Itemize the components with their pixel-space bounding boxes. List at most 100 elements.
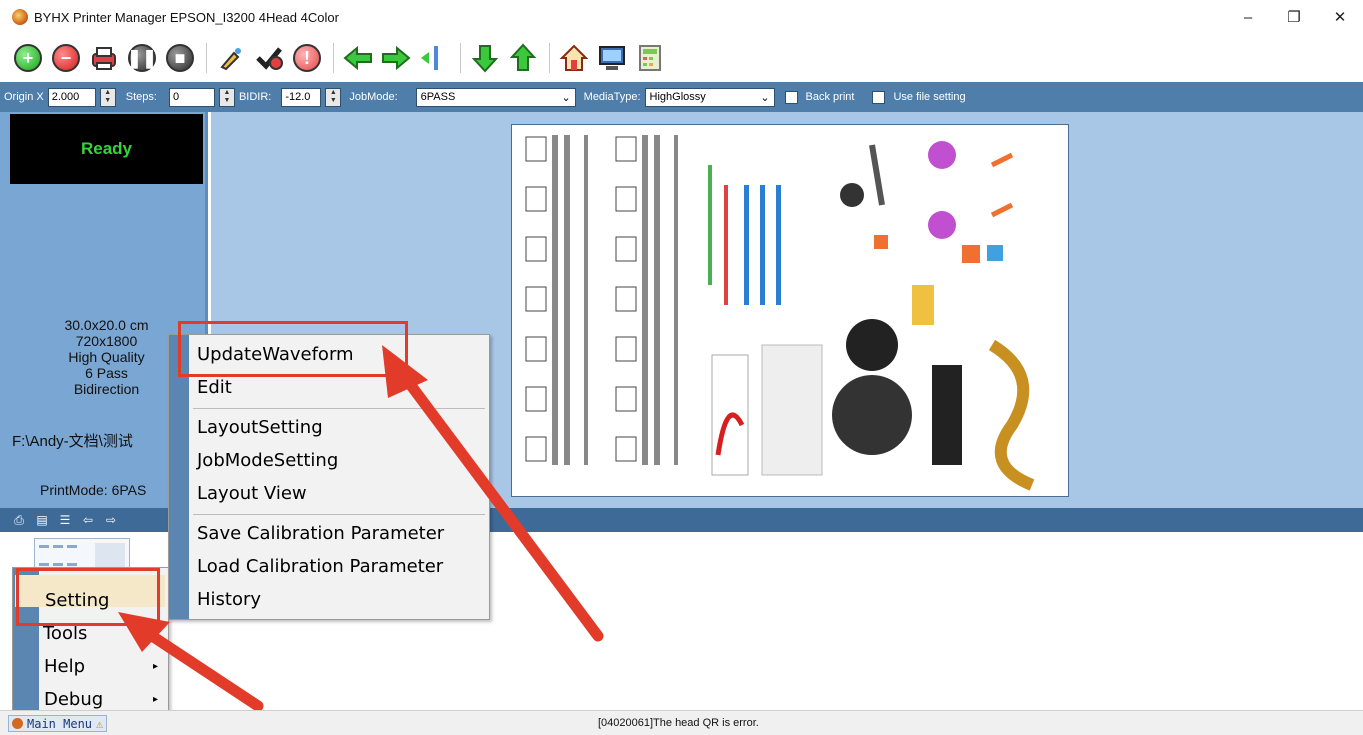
clean-button[interactable] (215, 42, 247, 74)
pause-button[interactable]: ❚❚ (126, 42, 158, 74)
main-menu-button[interactable]: Main Menu ⚠ (8, 715, 108, 732)
stop-button[interactable]: ■ (164, 42, 196, 74)
origin-x-input[interactable]: 2.000 (47, 87, 96, 107)
app-logo-icon (12, 718, 23, 729)
mediatype-value: HighGlossy (649, 91, 706, 103)
move-right-button[interactable] (380, 42, 412, 74)
menu-item-history[interactable]: History (197, 589, 261, 610)
steps-spinner[interactable]: ▲ ▼ (218, 87, 235, 107)
back-print-label: Back print (805, 91, 855, 103)
bidir-input[interactable]: -12.0 (281, 87, 322, 107)
menu-item-layout-view[interactable]: Layout View (197, 483, 307, 504)
menu-separator (193, 408, 485, 409)
menu-separator (193, 514, 485, 515)
minimize-button[interactable]: – (1225, 0, 1271, 34)
bidir-label: BIDIR: (238, 91, 272, 103)
print-preview-image[interactable] (511, 124, 1069, 497)
menu-item-help[interactable]: Help (44, 656, 85, 677)
jobmode-select[interactable]: 6PASS ⌄ (415, 87, 576, 107)
menu-item-tools[interactable]: Tools (43, 623, 87, 644)
origin-x-label: Origin X (4, 91, 44, 103)
alert-button[interactable]: ! (291, 42, 323, 74)
main-menu-label: Main Menu (27, 716, 93, 731)
list-icon[interactable]: ☰ (58, 513, 72, 527)
arrow-right-icon[interactable]: ⇨ (104, 513, 118, 527)
clean-icon (220, 48, 241, 71)
update-waveform-highlight-box (178, 321, 408, 377)
submenu-arrow-icon: ▸ (153, 661, 159, 672)
origin-icon (421, 46, 438, 70)
print-mode: PrintMode: 6PAS (40, 482, 147, 498)
toolbar-separator (460, 43, 461, 73)
mediatype-label: MediaType: (583, 91, 641, 103)
origin-x-spinner[interactable]: ▲ ▼ (99, 87, 116, 107)
check-button[interactable] (253, 42, 285, 74)
menu-item-save-calibration[interactable]: Save Calibration Parameter (197, 523, 444, 544)
menu-item-load-calibration[interactable]: Load Calibration Parameter (197, 556, 443, 577)
print-button[interactable] (88, 42, 120, 74)
menu-item-layout-setting[interactable]: LayoutSetting (197, 417, 323, 438)
up-icon (509, 43, 537, 71)
window-controls: – ❐ ✕ (1225, 0, 1363, 34)
job-path: F:\Andy-文档\测试 (12, 433, 133, 450)
warning-icon: ⚠ (96, 716, 104, 731)
close-button[interactable]: ✕ (1317, 0, 1363, 34)
window-title: BYHX Printer Manager EPSON_I3200 4Head 4… (34, 9, 339, 25)
menu-gutter (169, 335, 189, 619)
menu-item-jobmode-setting[interactable]: JobModeSetting (197, 450, 338, 471)
remove-icon: − (52, 44, 80, 72)
arrow-left-icon[interactable]: ⇦ (81, 513, 95, 527)
move-left-button[interactable] (342, 42, 374, 74)
origin-button[interactable] (418, 42, 450, 74)
submenu-arrow-icon: ▸ (153, 694, 159, 705)
calculator-icon (639, 45, 661, 71)
jobmode-label: JobMode: (349, 91, 398, 103)
up-button[interactable] (507, 42, 539, 74)
check-icon (256, 47, 283, 70)
bidir-spinner[interactable]: ▲ ▼ (325, 87, 342, 107)
jobmode-value: 6PASS (420, 91, 456, 103)
printer-state-display: Ready (10, 114, 203, 184)
toolbar-separator (549, 43, 550, 73)
add-button[interactable]: + (12, 42, 44, 74)
toolbar-separator (206, 43, 207, 73)
stop-icon: ■ (166, 44, 194, 72)
home-icon (559, 44, 589, 71)
status-bar: Main Menu ⚠ [04020061]The head QR is err… (0, 710, 1363, 735)
home-button[interactable] (558, 42, 590, 74)
menu-item-edit[interactable]: Edit (197, 377, 232, 398)
use-file-setting-checkbox[interactable] (872, 90, 886, 104)
add-icon: + (14, 44, 42, 72)
alert-icon: ! (293, 44, 321, 72)
chevron-down-icon: ⌄ (561, 91, 571, 104)
main-toolbar: + − ❚❚ ■ ! (0, 34, 1363, 82)
parameter-bar: Origin X 2.000 ▲ ▼ Steps: 0 ▲ ▼ BIDIR: -12… (0, 82, 1363, 112)
use-file-setting-label: Use file setting (893, 91, 966, 103)
remove-button[interactable]: − (50, 42, 82, 74)
job-size: 30.0x20.0 cm (64, 317, 149, 333)
monitor-button[interactable] (596, 42, 628, 74)
app-logo-icon (12, 9, 28, 25)
toolbar-separator (333, 43, 334, 73)
setting-highlight-box (16, 568, 160, 626)
print-icon (92, 47, 116, 70)
mediatype-select[interactable]: HighGlossy ⌄ (644, 87, 775, 107)
move-left-icon (343, 45, 372, 71)
down-icon (471, 45, 499, 73)
down-button[interactable] (469, 42, 501, 74)
status-message: [04020061]The head QR is error. (598, 717, 759, 729)
pause-icon: ❚❚ (127, 44, 157, 72)
calculator-button[interactable] (634, 42, 666, 74)
chevron-down-icon: ⌄ (760, 91, 770, 104)
monitor-icon (599, 46, 625, 70)
move-right-icon (382, 45, 411, 71)
document-icon[interactable]: ▤ (35, 513, 49, 527)
menu-item-debug[interactable]: Debug (44, 689, 103, 710)
restore-button[interactable]: ❐ (1271, 0, 1317, 34)
steps-input[interactable]: 0 (168, 87, 215, 107)
back-print-checkbox[interactable] (784, 90, 798, 104)
title-bar: BYHX Printer Manager EPSON_I3200 4Head 4… (0, 0, 1363, 34)
steps-label: Steps: (125, 91, 157, 103)
print-job-icon[interactable]: ⎙ (12, 513, 26, 527)
preview-artwork (525, 135, 1035, 491)
